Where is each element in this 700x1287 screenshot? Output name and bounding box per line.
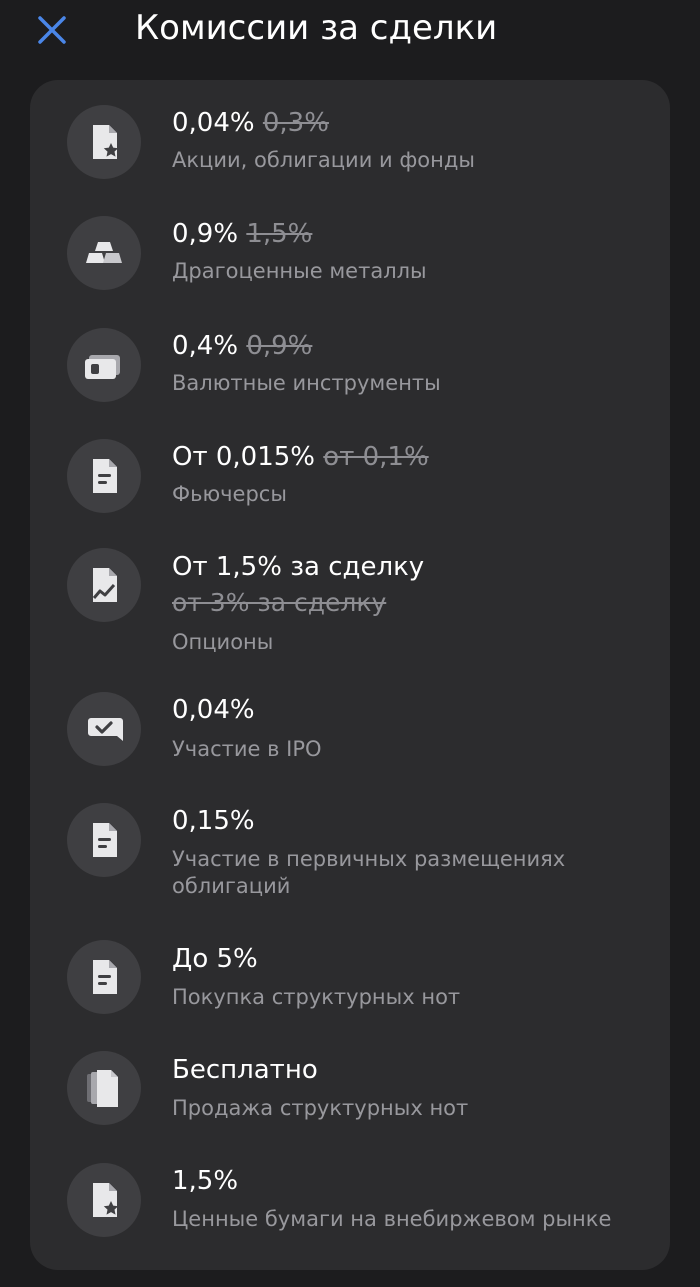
stock-document-icon bbox=[93, 1183, 119, 1217]
page-title: Комиссии за сделки bbox=[135, 8, 498, 48]
stacked-documents-icon bbox=[87, 1070, 118, 1107]
commission-rate: 0,15% bbox=[172, 806, 255, 836]
commission-rate: Бесплатно bbox=[172, 1055, 318, 1085]
check-message-icon bbox=[88, 718, 123, 741]
document-icon bbox=[93, 960, 117, 994]
icon-badge bbox=[67, 940, 141, 1014]
instrument-label: Участие в IPO bbox=[172, 737, 322, 761]
banknote-icon bbox=[85, 355, 120, 379]
commission-rate: 1,5% bbox=[172, 1166, 239, 1196]
old-commission-rate: от 0,1% bbox=[323, 442, 429, 472]
instrument-label: Продажа структурных нот bbox=[172, 1096, 469, 1120]
old-commission-rate: от 3% за сделку bbox=[172, 588, 387, 617]
old-commission-rate: 0,3% bbox=[262, 108, 329, 138]
header: Комиссии за сделки bbox=[0, 0, 700, 60]
icon-badge bbox=[67, 105, 141, 179]
commission-rate: 0,9% bbox=[172, 219, 239, 249]
close-button[interactable] bbox=[32, 10, 72, 50]
commission-rate: 0,4% bbox=[172, 331, 239, 361]
icon-badge bbox=[67, 216, 141, 290]
icon-badge bbox=[67, 1163, 141, 1237]
instrument-label: Акции, облигации и фонды bbox=[172, 148, 475, 172]
instrument-label: Драгоценные металлы bbox=[172, 259, 427, 283]
icon-badge bbox=[67, 548, 141, 622]
icon-badge bbox=[67, 328, 141, 402]
commission-rate: До 5% bbox=[172, 944, 258, 974]
commission-rate: От 1,5% за сделку bbox=[172, 552, 425, 582]
stock-document-icon bbox=[93, 125, 119, 159]
instrument-label: Опционы bbox=[172, 630, 274, 654]
commission-rate: 0,04% bbox=[172, 695, 255, 725]
document-icon bbox=[93, 823, 117, 857]
commission-list: 0,04% 0,3% Акции, облигации и фонды 0,9%… bbox=[30, 80, 670, 1270]
instrument-label: Участие в первичных размещениях облигаци… bbox=[172, 847, 566, 898]
document-icon bbox=[93, 459, 117, 493]
icon-badge bbox=[67, 692, 141, 766]
gold-bars-icon bbox=[86, 242, 122, 263]
instrument-label: Фьючерсы bbox=[172, 482, 287, 506]
close-icon bbox=[38, 16, 66, 44]
icon-badge bbox=[67, 803, 141, 877]
old-commission-rate: 1,5% bbox=[246, 219, 313, 249]
commission-rate: От 0,015% bbox=[172, 442, 316, 472]
chart-document-icon bbox=[92, 568, 117, 602]
old-commission-rate: 0,9% bbox=[246, 331, 313, 361]
instrument-label: Валютные инструменты bbox=[172, 371, 441, 395]
instrument-label: Покупка структурных нот bbox=[172, 985, 461, 1009]
commission-rate: 0,04% bbox=[172, 108, 255, 138]
icon-badge bbox=[67, 439, 141, 513]
icon-badge bbox=[67, 1051, 141, 1125]
instrument-label: Ценные бумаги на внебиржевом рынке bbox=[172, 1207, 612, 1231]
